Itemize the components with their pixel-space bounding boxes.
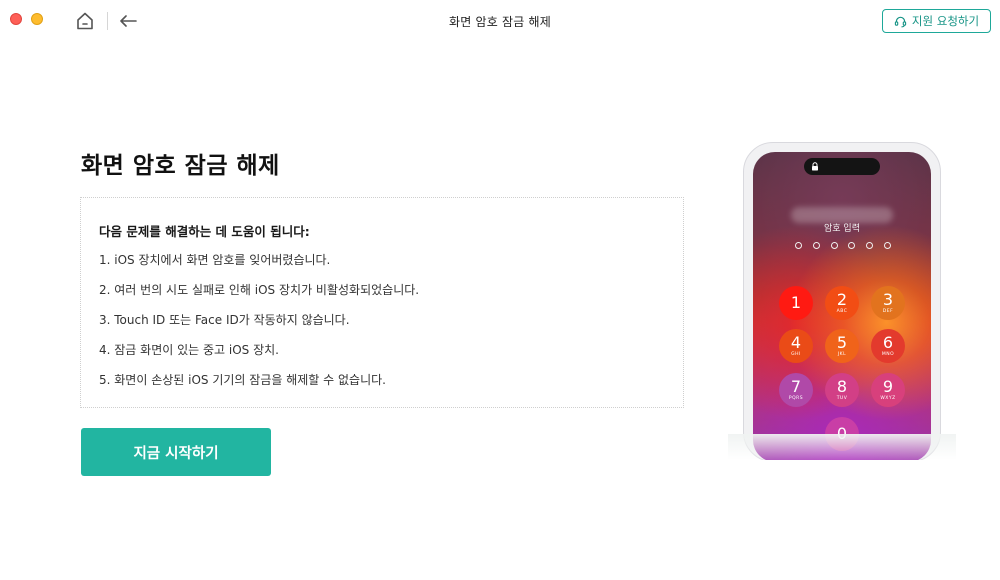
- keypad-key-4: 4 GHI: [779, 329, 813, 363]
- keypad-key-7: 7 PQRS: [779, 373, 813, 407]
- title-bar: 화면 암호 잠금 해제 지원 요청하기: [0, 0, 1000, 42]
- info-box: 다음 문제를 해결하는 데 도움이 됩니다: 1. iOS 장치에서 화면 암호…: [80, 197, 684, 408]
- passcode-dot: [795, 242, 802, 249]
- keypad-letters: DEF: [882, 308, 894, 314]
- keypad-letters: JKL: [837, 351, 847, 357]
- keypad-key-3: 3 DEF: [871, 286, 905, 320]
- issue-list-item: 5. 화면이 손상된 iOS 기기의 잠금을 해제할 수 없습니다.: [99, 373, 386, 387]
- passcode-dot: [848, 242, 856, 249]
- passcode-dot: [812, 242, 820, 249]
- lock-icon: [812, 162, 818, 171]
- keypad-number: 8: [836, 376, 848, 396]
- phone-screen: 암호 입력 1 2 ABC 3 DEF 4 GHI 5 JKL 6 MNO 7 …: [753, 152, 931, 460]
- keypad-letters: GHI: [791, 351, 801, 357]
- keypad-number: 9: [882, 376, 894, 396]
- dynamic-island: [804, 158, 880, 175]
- keypad-letters: MNO: [881, 351, 895, 357]
- keypad-letters: ABC: [836, 308, 848, 314]
- keypad-key-6: 6 MNO: [871, 329, 905, 363]
- passcode-dot: [866, 242, 874, 249]
- support-request-button[interactable]: 지원 요청하기: [882, 9, 991, 33]
- support-button-label: 지원 요청하기: [911, 14, 980, 28]
- keypad-key-5: 5 JKL: [825, 329, 859, 363]
- keypad-number: 2: [836, 289, 848, 309]
- info-box-title: 다음 문제를 해결하는 데 도움이 됩니다:: [99, 224, 310, 239]
- phone-reflection-fade: [728, 434, 956, 460]
- keypad-key-8: 8 TUV: [825, 373, 859, 407]
- keypad-key-1: 1: [779, 286, 813, 320]
- issue-list-item: 4. 잠금 화면이 있는 중고 iOS 장치.: [99, 343, 279, 357]
- issue-list-item: 2. 여러 번의 시도 실패로 인해 iOS 장치가 비활성화되었습니다.: [99, 283, 420, 297]
- window-title: 화면 암호 잠금 해제: [449, 15, 551, 29]
- phone-frame: 암호 입력 1 2 ABC 3 DEF 4 GHI 5 JKL 6 MNO 7 …: [743, 142, 941, 460]
- keypad-letters: TUV: [836, 395, 848, 401]
- passcode-dot: [830, 242, 838, 249]
- keypad-number: 4: [790, 332, 802, 352]
- passcode-dots: [795, 242, 891, 250]
- keypad-number: 3: [882, 289, 894, 309]
- keypad-number: 1: [790, 293, 802, 312]
- issue-list-item: 1. iOS 장치에서 화면 암호를 잊어버렸습니다.: [99, 253, 331, 267]
- headset-icon: [894, 16, 907, 27]
- keypad-number: 5: [836, 332, 848, 352]
- keypad-letters: WXYZ: [880, 395, 896, 401]
- issue-list: 1. iOS 장치에서 화면 암호를 잊어버렸습니다. 2. 여러 번의 시도 …: [99, 253, 419, 403]
- phone-illustration: 암호 입력 1 2 ABC 3 DEF 4 GHI 5 JKL 6 MNO 7 …: [728, 142, 956, 460]
- start-now-button[interactable]: 지금 시작하기: [81, 428, 271, 476]
- passcode-prompt: 암호 입력: [824, 224, 860, 234]
- keypad-number: 6: [882, 332, 894, 352]
- keypad-key-2: 2 ABC: [825, 286, 859, 320]
- keypad-number: 7: [790, 376, 802, 396]
- issue-list-item: 3. Touch ID 또는 Face ID가 작동하지 않습니다.: [99, 313, 350, 327]
- page-heading: 화면 암호 잠금 해제: [81, 153, 280, 179]
- keypad-letters: PQRS: [788, 395, 804, 401]
- passcode-dot: [883, 242, 891, 249]
- keypad-key-9: 9 WXYZ: [871, 373, 905, 407]
